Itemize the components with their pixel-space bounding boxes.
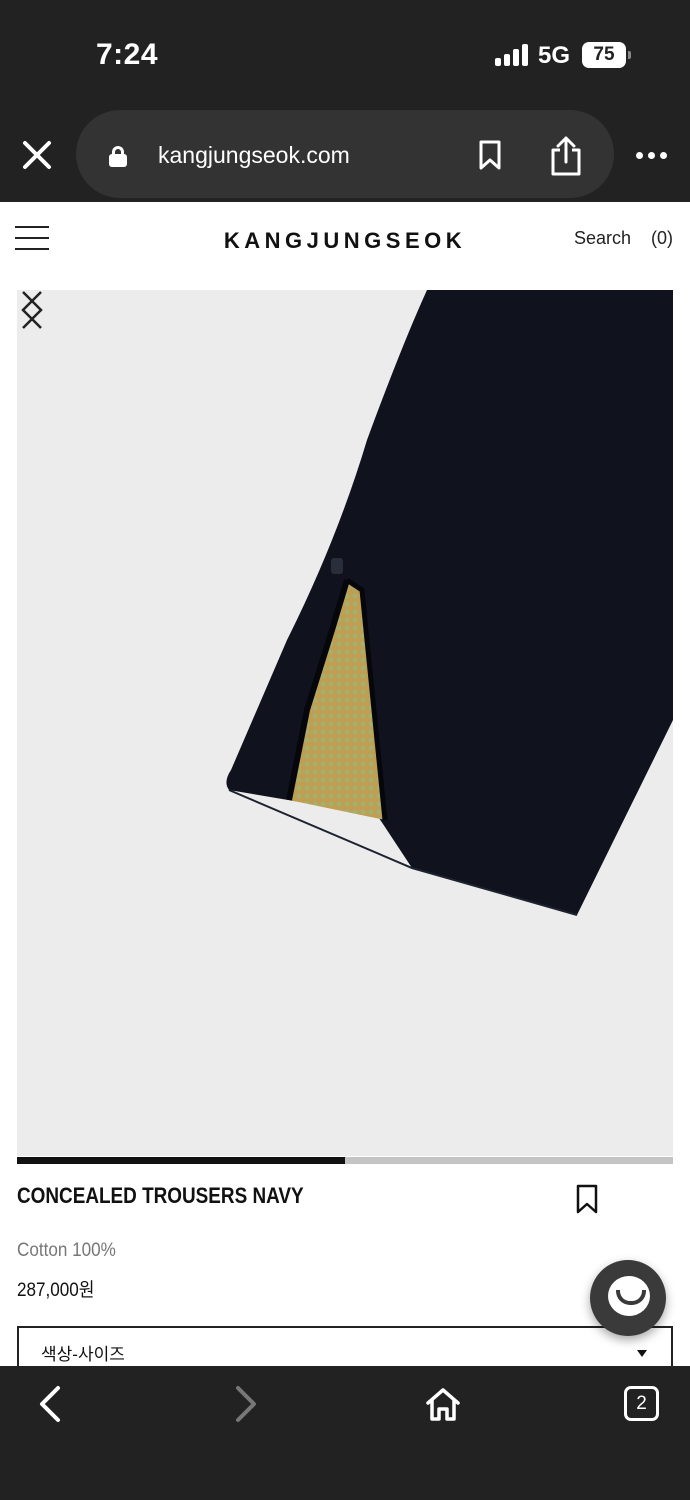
network-type: 5G (538, 42, 571, 69)
bookmark-icon[interactable] (479, 140, 501, 170)
status-bar: 7:24 5G 75 (0, 0, 690, 104)
site-header: KANGJUNGSEOK Search (0) (0, 202, 690, 290)
product-title: CONCEALED TROUSERS NAVY (17, 1183, 304, 1208)
share-icon[interactable] (550, 136, 582, 176)
address-bar[interactable]: kangjungseok.com (76, 110, 614, 198)
option-select-label: 색상-사이즈 (41, 1345, 125, 1364)
browser-bottom-toolbar: 2 (0, 1366, 690, 1500)
caret-down-icon (637, 1350, 647, 1357)
bookmark-icon[interactable] (576, 1184, 598, 1214)
trousers-photo (226, 290, 673, 916)
chevron-right-icon[interactable] (17, 290, 47, 330)
chevron-left-icon[interactable] (34, 1384, 64, 1424)
signal-icon (495, 44, 529, 66)
chat-icon (608, 1276, 650, 1316)
battery-icon: 75 (582, 42, 631, 68)
close-icon[interactable] (20, 138, 54, 172)
lock-icon (109, 146, 127, 167)
tabs-button[interactable]: 2 (624, 1386, 659, 1421)
product-image[interactable] (17, 290, 673, 1156)
home-icon[interactable] (425, 1386, 461, 1422)
search-link[interactable]: Search (574, 228, 631, 249)
gallery-progress-fill (17, 1157, 345, 1164)
chevron-right-icon[interactable] (230, 1384, 260, 1424)
status-time: 7:24 (96, 38, 159, 71)
gallery-progress (17, 1157, 673, 1164)
product-price: 287,000원 (17, 1280, 95, 1301)
cart-link[interactable]: (0) (651, 228, 673, 249)
url-text[interactable]: kangjungseok.com (158, 142, 350, 169)
product-material: Cotton 100% (17, 1240, 116, 1261)
more-icon[interactable] (636, 152, 668, 160)
chat-button[interactable] (590, 1260, 666, 1336)
browser-toolbar: kangjungseok.com (0, 104, 690, 202)
